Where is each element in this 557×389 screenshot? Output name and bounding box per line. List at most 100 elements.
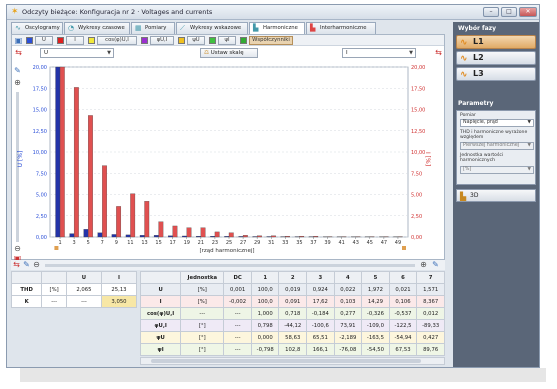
bar-u: [111, 234, 117, 238]
x-tick-label: 31: [268, 240, 274, 246]
table-header: Jednostka: [180, 271, 225, 284]
right-axis-select[interactable]: I ▼: [342, 48, 416, 58]
series-color-coeff: [240, 37, 247, 44]
series-toggle-phi[interactable]: φU,I: [150, 36, 174, 45]
phase-l3-button[interactable]: ∿ L3: [456, 67, 536, 81]
table-cell: U: [139, 283, 182, 296]
horizontal-zoom-slider[interactable]: [45, 264, 415, 267]
phase-l1-button[interactable]: ∿ L1: [456, 35, 536, 49]
table-cell: -122,5: [388, 319, 418, 332]
edit-icon[interactable]: ✎: [431, 260, 440, 269]
scrollbar-thumb[interactable]: [151, 359, 421, 363]
series-toolbar: ▣ U I cos(φ)U,I φU,I ψU ψI Współczynniki: [12, 35, 444, 46]
x-tick-label: 45: [367, 240, 373, 246]
clock-icon: ◔: [68, 24, 75, 32]
series-toggle-cos[interactable]: cos(φ)U,I: [97, 36, 137, 45]
chevron-down-icon: ▼: [107, 50, 111, 56]
x-tick-label: 33: [282, 240, 288, 246]
scale-icon: ⚖: [204, 50, 211, 56]
app-logo-icon: ✶: [11, 7, 19, 17]
title-bar[interactable]: ✶ Odczyty bieżące: Konfiguracja nr 2 · V…: [7, 5, 539, 20]
bar-u: [97, 232, 103, 238]
table-horizontal-scrollbar[interactable]: [140, 357, 445, 365]
phase-l2-button[interactable]: ∿ L2: [456, 51, 536, 65]
pan-icon[interactable]: ⇆: [12, 260, 21, 269]
y-tick-label-right: 10,00: [411, 150, 425, 156]
table-cell: [%]: [180, 295, 225, 308]
y-tick-label-left: 20,00: [33, 65, 47, 71]
table-header: 7: [416, 271, 445, 284]
bar-u: [224, 236, 230, 238]
bar-u: [196, 235, 201, 238]
bar-i: [116, 206, 122, 238]
bars-icon: ▙: [310, 24, 316, 32]
unit-select[interactable]: [%] ▼: [460, 166, 534, 174]
tab-wykresy-czasowe[interactable]: ◔ Wykresy czasowe: [64, 22, 130, 34]
series-toggle-psi-u[interactable]: ψU: [187, 36, 205, 45]
zoom-in-icon[interactable]: ⊕: [419, 260, 428, 269]
table-cell: 14,29: [361, 295, 390, 308]
left-axis-select[interactable]: U ▼: [40, 48, 114, 58]
axis-selector-bar: ⇆ U ▼ ⚖ Ustaw skalę I ▼ ⇆: [12, 47, 444, 59]
tab-pomiary[interactable]: ▦ Pomiary: [131, 22, 175, 34]
table-header: DC: [223, 271, 252, 284]
series-toggle-i[interactable]: I: [66, 36, 84, 45]
x-tick-label: 1: [58, 240, 61, 246]
table-cell: 65,51: [306, 331, 335, 344]
tab-wykresy-wskazowe[interactable]: ⟋ Wykresy wskazowe: [176, 22, 248, 34]
bar-i: [130, 193, 136, 238]
thd-ref-select[interactable]: Pierwszej harmonicznej ▼: [460, 142, 534, 150]
window-shadow: [20, 368, 546, 382]
series-toggle-wspolczynniki[interactable]: Współczynniki: [249, 36, 293, 45]
table-cell: 102,8: [278, 343, 308, 356]
table-cell: 0,277: [333, 307, 363, 320]
table-row: U [%] 0,001 100,0 0,019 0,924 0,022 1,972 0,021 1…: [139, 283, 445, 296]
series-color-psi-u: [178, 37, 185, 44]
view-3d-button[interactable]: ▙ 3D: [456, 189, 536, 202]
minimize-button[interactable]: –: [483, 7, 499, 17]
sine-wave-icon: ∿: [460, 70, 468, 80]
harmonics-bar-chart[interactable]: 0,00 0,00 2,50 2,50 5,00 5,00 7,50 7,50 10,00 10,…: [12, 59, 446, 261]
tab-interharmoniczne[interactable]: ▙ Interharmoniczne: [306, 22, 376, 34]
sine-wave-icon: ∿: [460, 38, 468, 48]
series-toggle-psi-i[interactable]: ψI: [218, 36, 236, 45]
table-cell: 0,000: [250, 331, 280, 344]
table-cell: 0,798: [250, 319, 280, 332]
harmonics-chart-panel: ▣ U I cos(φ)U,I φU,I ψU ψI Współczynniki…: [11, 34, 446, 263]
zoom-reset-icon[interactable]: ⇆: [434, 48, 443, 57]
bar-i: [88, 115, 93, 238]
zoom-out-icon[interactable]: ⊖: [32, 260, 41, 269]
y-tick-label-left: 17,50: [33, 86, 47, 92]
table-cell: -44,12: [278, 319, 308, 332]
x-tick-label: 5: [87, 240, 90, 246]
y-tick-label-left: 2,50: [36, 214, 47, 220]
x-tick-label: 13: [141, 240, 147, 246]
x-tick-label: 19: [184, 240, 190, 246]
x-tick-label: 25: [226, 240, 232, 246]
edit-icon[interactable]: ✎: [22, 260, 31, 269]
table-cell: 89,76: [416, 343, 445, 356]
bar-u: [125, 234, 131, 238]
maximize-button[interactable]: □: [501, 7, 517, 17]
thd-ref-label: THD i harmoniczne wyrażone względem: [460, 130, 528, 140]
table-cell: ψI: [139, 343, 182, 356]
left-axis-value: U: [44, 50, 49, 56]
table-cell: ---: [41, 295, 67, 308]
table-cell: -0,184: [306, 307, 335, 320]
pomiar-select[interactable]: Napięcie, prąd ▼: [460, 119, 534, 127]
table-cell: [°]: [180, 319, 225, 332]
table-cell: 8,367: [416, 295, 445, 308]
tab-oscylogramy[interactable]: ∿ Oscylogramy: [11, 22, 63, 34]
y-tick-label-right: 17,50: [411, 86, 425, 92]
series-icon: ▣: [14, 36, 23, 45]
table-cell: [°]: [180, 343, 225, 356]
bar-u: [55, 66, 61, 238]
table-cell: 1,000: [250, 307, 280, 320]
zoom-reset-icon[interactable]: ⇆: [14, 48, 23, 57]
set-scale-button[interactable]: ⚖ Ustaw skalę: [200, 48, 258, 58]
table-cell: 0,924: [306, 283, 335, 296]
phase-section-title: Wybór fazy: [458, 25, 497, 32]
table-cell: -54,50: [361, 343, 390, 356]
close-button[interactable]: ✕: [519, 7, 537, 17]
series-toggle-u[interactable]: U: [35, 36, 53, 45]
